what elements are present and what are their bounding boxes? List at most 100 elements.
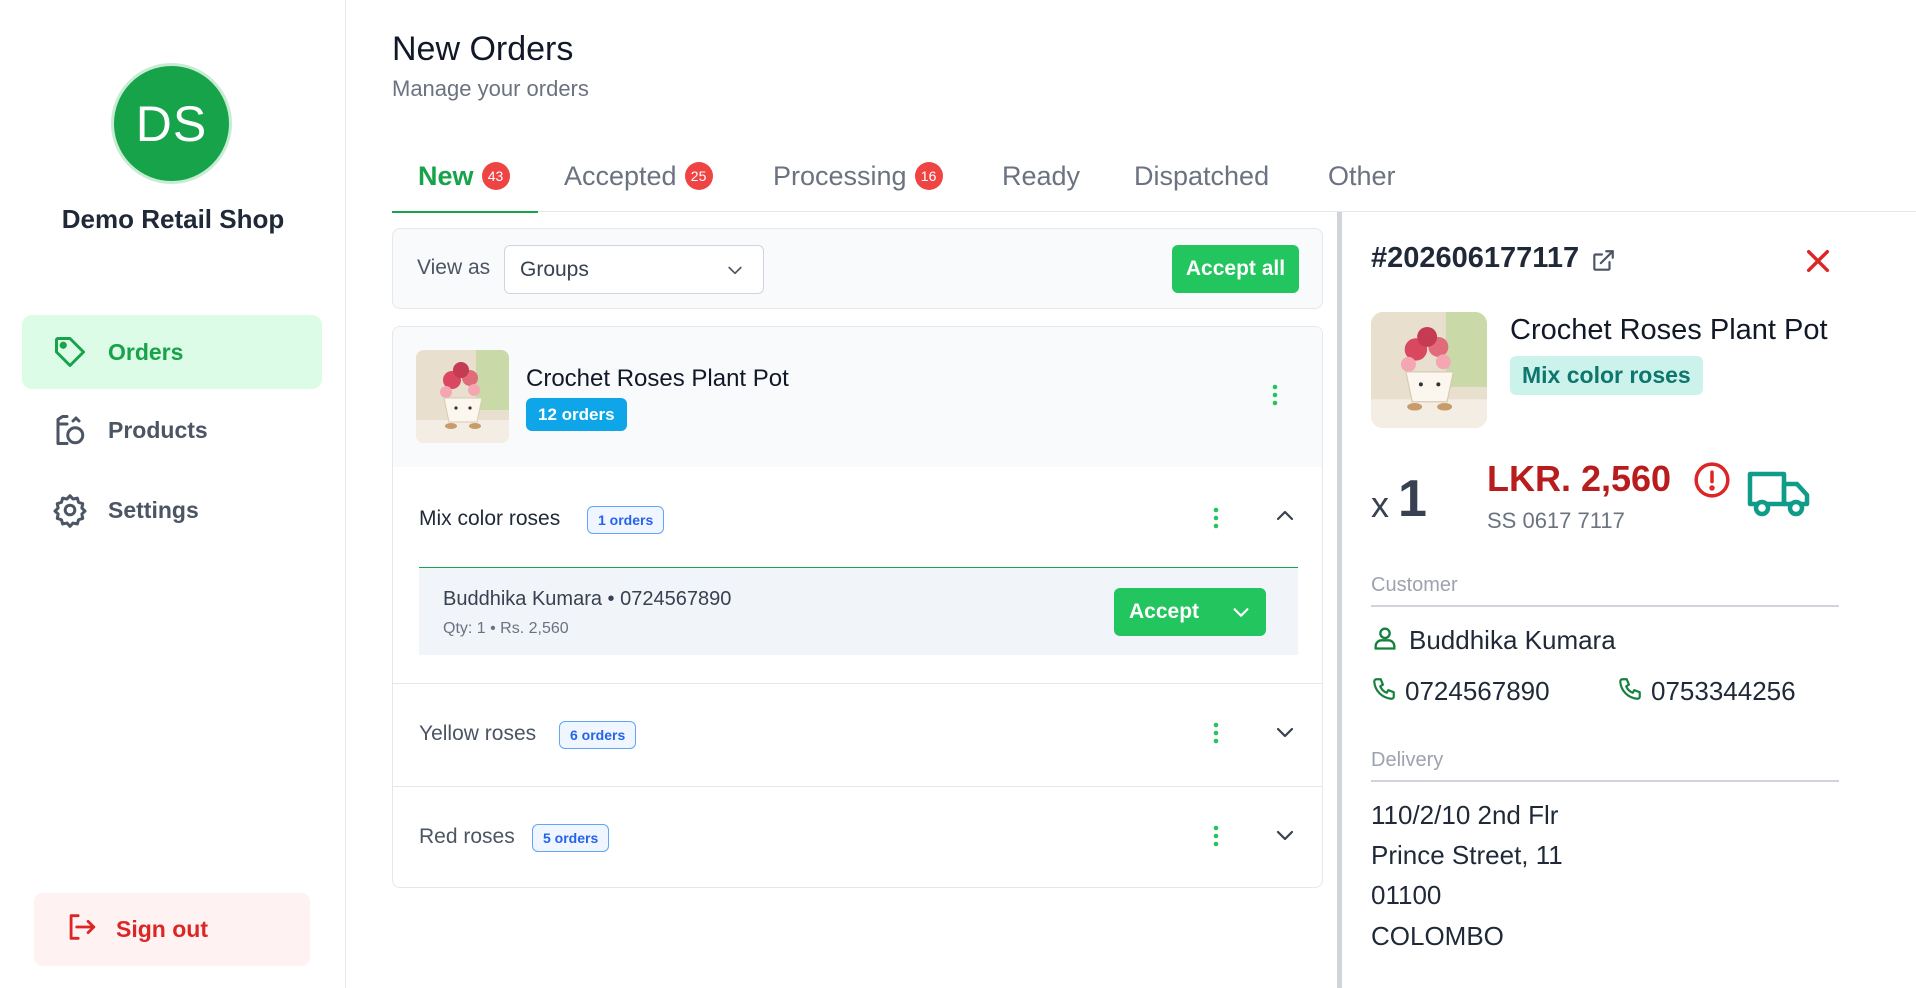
delivery-section-label: Delivery xyxy=(1371,749,1839,782)
product-group-card: Crochet Roses Plant Pot 12 orders Mix co… xyxy=(392,326,1323,888)
quantity-value: 1 xyxy=(1398,470,1427,528)
phone-number: 0724567890 xyxy=(1405,676,1550,706)
variant-menu-button[interactable] xyxy=(1204,503,1228,537)
expand-variant-button[interactable] xyxy=(1271,720,1299,748)
accept-all-button[interactable]: Accept all xyxy=(1172,245,1299,293)
variant-order-count: 1 orders xyxy=(587,506,665,534)
tab-ready[interactable]: Ready xyxy=(1002,140,1080,212)
product-title: Crochet Roses Plant Pot xyxy=(1510,314,1828,346)
truck-icon xyxy=(1746,468,1812,525)
sidebar-item-label: Settings xyxy=(108,496,199,523)
view-as-label: View as xyxy=(417,256,491,279)
tab-label: Dispatched xyxy=(1134,160,1270,191)
order-customer: Buddhika Kumara • 0724567890 xyxy=(443,588,732,610)
product-thumbnail xyxy=(1371,312,1487,428)
accept-order-button[interactable]: Accept xyxy=(1114,588,1266,636)
phone-number: 0753344256 xyxy=(1651,676,1796,706)
tab-count-badge: 25 xyxy=(684,162,713,190)
kebab-icon xyxy=(1272,384,1278,411)
group-menu-button[interactable] xyxy=(1263,380,1287,414)
avatar-initials: DS xyxy=(135,95,208,152)
variant-name: Yellow roses xyxy=(419,722,537,745)
collapse-variant-button[interactable] xyxy=(1271,504,1299,532)
order-id: #202606177117 xyxy=(1371,242,1580,274)
tab-new[interactable]: New 43 xyxy=(392,140,538,213)
address-line: Prince Street, 11 xyxy=(1371,840,1563,870)
order-details: Qty: 1 • Rs. 2,560 xyxy=(443,620,569,637)
sidebar-item-settings[interactable]: Settings xyxy=(22,473,322,547)
order-count-badge: 12 orders xyxy=(526,398,627,431)
tab-label: Other xyxy=(1328,160,1396,191)
product-group-title: Crochet Roses Plant Pot xyxy=(526,365,789,392)
address-line: 01100 xyxy=(1371,880,1442,910)
chevron-down-icon[interactable] xyxy=(1230,601,1252,628)
quantity-prefix: x xyxy=(1371,484,1389,525)
variant-order-count: 5 orders xyxy=(532,824,610,852)
variant-order-count: 6 orders xyxy=(559,721,637,749)
avatar[interactable]: DS xyxy=(111,63,232,184)
variant-menu-button[interactable] xyxy=(1204,718,1228,752)
user-icon xyxy=(1371,624,1399,657)
variant-badge: Mix color roses xyxy=(1510,356,1703,395)
sidebar-item-label: Products xyxy=(108,416,208,443)
variant-group-mix-color-roses: Mix color roses 1 orders Buddhika Kumara… xyxy=(393,467,1322,683)
tab-label: Accepted xyxy=(564,160,677,191)
sidebar-item-products[interactable]: Products xyxy=(22,393,322,467)
tab-count-badge: 43 xyxy=(481,162,510,190)
products-icon xyxy=(52,412,88,448)
alert-icon[interactable] xyxy=(1693,461,1731,504)
order-item[interactable]: Buddhika Kumara • 0724567890 Qty: 1 • Rs… xyxy=(419,567,1298,655)
tab-accepted[interactable]: Accepted 25 xyxy=(564,140,713,212)
tab-label: Processing xyxy=(773,160,907,191)
accept-label: Accept xyxy=(1129,600,1200,623)
chevron-down-icon xyxy=(1273,720,1297,749)
order-reference: SS 0617 7117 xyxy=(1487,508,1625,533)
kebab-icon xyxy=(1213,825,1219,852)
expand-variant-button[interactable] xyxy=(1271,823,1299,851)
tab-label: Ready xyxy=(1002,160,1081,191)
customer-name: Buddhika Kumara xyxy=(1409,625,1616,655)
sign-out-button[interactable]: Sign out xyxy=(34,893,310,966)
chevron-up-icon xyxy=(1273,504,1297,533)
page-title: New Orders xyxy=(392,30,574,68)
sidebar-item-label: Orders xyxy=(108,338,184,365)
variant-group-red-roses[interactable]: Red roses 5 orders xyxy=(393,786,1322,887)
variant-group-yellow-roses[interactable]: Yellow roses 6 orders xyxy=(393,683,1322,786)
sidebar-item-orders[interactable]: Orders xyxy=(22,315,322,389)
gear-icon xyxy=(52,492,88,528)
variant-name: Red roses xyxy=(419,825,515,848)
order-status-tabs: New 43 Accepted 25 Processing 16 Ready D… xyxy=(392,140,1916,213)
tab-processing[interactable]: Processing 16 xyxy=(773,140,943,212)
chevron-down-icon xyxy=(1273,823,1297,852)
kebab-icon xyxy=(1213,722,1219,749)
tab-label: New xyxy=(418,160,474,191)
tab-count-badge: 16 xyxy=(914,162,943,190)
tab-other[interactable]: Other xyxy=(1328,140,1396,212)
address-line: COLOMBO xyxy=(1371,921,1504,951)
tab-dispatched[interactable]: Dispatched xyxy=(1134,140,1269,212)
view-mode-select[interactable]: Groups xyxy=(504,245,764,294)
sign-out-icon xyxy=(64,910,98,949)
customer-name-row: Buddhika Kumara xyxy=(1371,624,1616,657)
phone-link-primary[interactable]: 0724567890 xyxy=(1371,676,1550,707)
external-link-icon[interactable] xyxy=(1590,248,1616,279)
phone-icon xyxy=(1371,676,1397,707)
tag-icon xyxy=(52,334,88,370)
order-price: LKR. 2,560 xyxy=(1487,458,1672,499)
shop-name: Demo Retail Shop xyxy=(61,204,285,234)
close-icon[interactable] xyxy=(1802,245,1834,282)
customer-section-label: Customer xyxy=(1371,574,1839,607)
variant-menu-button[interactable] xyxy=(1204,821,1228,855)
kebab-icon xyxy=(1213,507,1219,534)
variant-name: Mix color roses xyxy=(419,507,561,530)
sign-out-label: Sign out xyxy=(116,916,208,942)
product-group-header[interactable]: Crochet Roses Plant Pot 12 orders xyxy=(393,327,1322,467)
sidebar: DS Demo Retail Shop Orders Products Sett… xyxy=(0,0,346,988)
address-line: 110/2/10 2nd Flr xyxy=(1371,800,1559,830)
view-mode-value: Groups xyxy=(520,257,589,281)
page-subtitle: Manage your orders xyxy=(392,76,589,101)
product-thumbnail xyxy=(416,350,509,443)
phone-link-secondary[interactable]: 0753344256 xyxy=(1617,676,1796,707)
view-toolbar: View as Groups Accept all xyxy=(392,228,1323,309)
phone-icon xyxy=(1617,676,1643,707)
